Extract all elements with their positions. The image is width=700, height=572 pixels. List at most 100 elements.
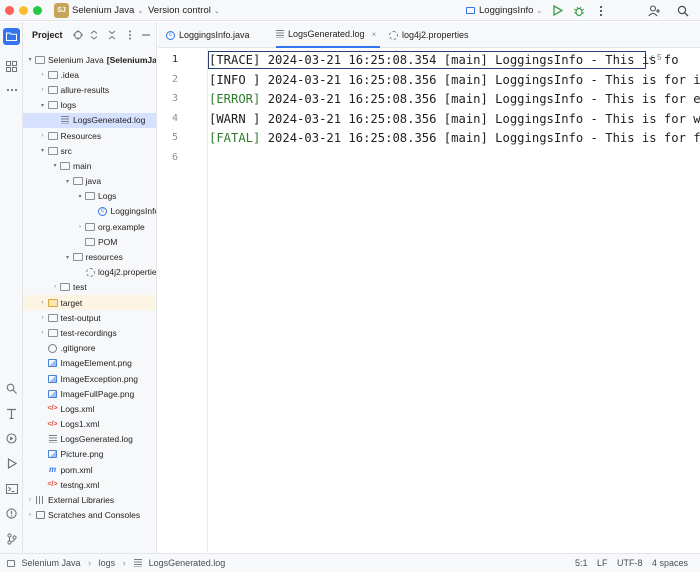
tree-item[interactable]: ▾ main [23, 158, 156, 173]
chevron-right-icon[interactable]: › [38, 330, 48, 336]
tree-item[interactable]: ImageElement.png [23, 356, 156, 371]
project-tool-button[interactable] [3, 28, 20, 45]
tree-item[interactable]: › External Libraries [23, 492, 156, 507]
code-line[interactable]: [WARN ] 2024-03-21 16:25:08.356 [main] L… [209, 110, 700, 128]
chevron-down-icon[interactable]: ▾ [38, 147, 48, 154]
log-message: 2024-03-21 16:25:08.356 [main] LoggingsI… [260, 131, 700, 146]
project-panel-title[interactable]: Project [32, 30, 63, 40]
tab-loggingsinfo-java[interactable]: c LoggingsInfo.java [166, 22, 250, 48]
chevron-down-icon[interactable]: ▾ [25, 56, 35, 63]
tree-item[interactable]: › test-recordings [23, 325, 156, 340]
build-icon[interactable] [3, 405, 20, 422]
find-icon[interactable] [3, 380, 20, 397]
tree-item[interactable]: › target [23, 295, 156, 311]
tree-item[interactable]: ▾ Selenium Java[SeleniumJava] [23, 52, 156, 67]
tree-item[interactable]: </> testng.xml [23, 477, 156, 492]
tree-item[interactable]: m pom.xml [23, 462, 156, 477]
tree-item[interactable]: </> Logs1.xml [23, 417, 156, 432]
tree-item[interactable]: ▾ logs [23, 98, 156, 113]
chevron-down-icon[interactable]: ▾ [63, 254, 73, 261]
vcs-selector[interactable]: Version control ⌄ [148, 5, 220, 16]
chevron-down-icon[interactable]: ▾ [38, 102, 48, 109]
code-line[interactable]: [FATAL] 2024-03-21 16:25:08.356 [main] L… [209, 129, 700, 147]
tree-item[interactable]: ▾ Logs [23, 189, 156, 204]
tree-item[interactable]: c LoggingsInfo [23, 204, 156, 219]
breadcrumb-item[interactable]: LogsGenerated.log [149, 558, 226, 568]
close-tab-icon[interactable]: × [372, 30, 377, 39]
chevron-right-icon[interactable]: › [25, 497, 35, 503]
search-icon[interactable] [675, 3, 690, 18]
chevron-right-icon[interactable]: › [25, 512, 35, 518]
log-level: [INFO ] [209, 72, 261, 87]
tree-item[interactable]: </> Logs.xml [23, 401, 156, 416]
tree-item[interactable]: .gitignore [23, 341, 156, 356]
collapse-all-icon[interactable] [107, 30, 117, 40]
inspection-widget[interactable]: ✓ 5 [648, 53, 661, 62]
more-icon[interactable] [593, 3, 608, 18]
zoom-window-button[interactable] [33, 6, 42, 15]
run-config-selector[interactable]: LoggingsInfo ⌄ [466, 3, 542, 18]
terminal-icon[interactable] [3, 480, 20, 497]
tree-item[interactable]: LogsGenerated.log [23, 432, 156, 447]
tree-item[interactable]: › org.example [23, 219, 156, 234]
code-line[interactable]: [TRACE] 2024-03-21 16:25:08.354 [main] L… [209, 51, 679, 69]
chevron-right-icon[interactable]: › [38, 72, 48, 78]
tree-item[interactable]: › test-output [23, 310, 156, 325]
caret-position[interactable]: 5:1 [575, 558, 588, 568]
chevron-right-icon[interactable]: › [38, 300, 48, 306]
tab-logsgenerated-log[interactable]: LogsGenerated.log × [276, 22, 381, 48]
chevron-right-icon[interactable]: › [38, 133, 48, 139]
add-user-icon[interactable] [647, 3, 662, 18]
line-ending[interactable]: LF [597, 558, 608, 568]
chevron-down-icon[interactable]: ▾ [75, 193, 85, 200]
problems-icon[interactable] [3, 505, 20, 522]
tree-item[interactable]: › .idea [23, 67, 156, 82]
file-encoding[interactable]: UTF-8 [617, 558, 643, 568]
run-icon[interactable] [550, 3, 565, 18]
check-icon: ✓ [648, 53, 655, 62]
services-icon[interactable] [3, 430, 20, 447]
tree-item[interactable]: Picture.png [23, 447, 156, 462]
git-icon[interactable] [3, 530, 20, 547]
scratch-icon [35, 511, 45, 520]
more-icon[interactable] [125, 30, 135, 40]
debug-icon[interactable] [571, 3, 586, 18]
breadcrumb-item[interactable]: Selenium Java [22, 558, 81, 568]
tree-item-label: LogsGenerated.log [60, 434, 133, 445]
expand-collapse-icon[interactable] [89, 30, 99, 40]
tree-item[interactable]: ▾ src [23, 143, 156, 158]
tree-item[interactable]: log4j2.properties [23, 265, 156, 280]
tree-item[interactable]: › Scratches and Consoles [23, 508, 156, 523]
more-tools-icon[interactable] [3, 81, 20, 98]
tree-item[interactable]: LogsGenerated.log [23, 112, 156, 128]
close-window-button[interactable] [5, 6, 14, 15]
chevron-right-icon[interactable]: › [38, 315, 48, 321]
code-line[interactable]: [INFO ] 2024-03-21 16:25:08.356 [main] L… [209, 71, 700, 89]
chevron-right-icon[interactable]: › [50, 284, 60, 290]
locate-icon[interactable] [73, 30, 83, 40]
minimize-window-button[interactable] [19, 6, 28, 15]
project-badge[interactable]: SJ [54, 3, 69, 18]
indent-setting[interactable]: 4 spaces [652, 558, 688, 568]
tree-item[interactable]: ImageException.png [23, 371, 156, 386]
maven-icon: m [48, 465, 57, 475]
code-line[interactable]: [ERROR] 2024-03-21 16:25:08.356 [main] L… [209, 90, 700, 108]
breadcrumb-item[interactable]: logs [99, 558, 116, 568]
tree-item[interactable]: ImageFullPage.png [23, 386, 156, 401]
structure-icon[interactable] [3, 58, 20, 75]
tree-item[interactable]: › Resources [23, 128, 156, 143]
tree-item[interactable]: ▾ java [23, 174, 156, 189]
run-tool-icon[interactable] [3, 455, 20, 472]
tree-item[interactable]: › test [23, 280, 156, 295]
tab-log4j2-properties[interactable]: log4j2.properties [389, 22, 469, 48]
tree-item[interactable]: ▾ resources [23, 249, 156, 264]
tree-item[interactable]: › allure-results [23, 82, 156, 97]
chevron-down-icon[interactable]: ▾ [63, 178, 73, 185]
project-selector[interactable]: Selenium Java ⌄ [72, 5, 143, 16]
code-editor[interactable]: 1 2 3 4 5 6 [TRACE] 2024-03-21 16:25:08.354 [… [158, 49, 700, 553]
hide-panel-icon[interactable] [141, 30, 151, 40]
tree-item[interactable]: POM [23, 234, 156, 249]
chevron-right-icon[interactable]: › [75, 224, 85, 230]
chevron-right-icon[interactable]: › [38, 87, 48, 93]
chevron-down-icon[interactable]: ▾ [50, 162, 60, 169]
